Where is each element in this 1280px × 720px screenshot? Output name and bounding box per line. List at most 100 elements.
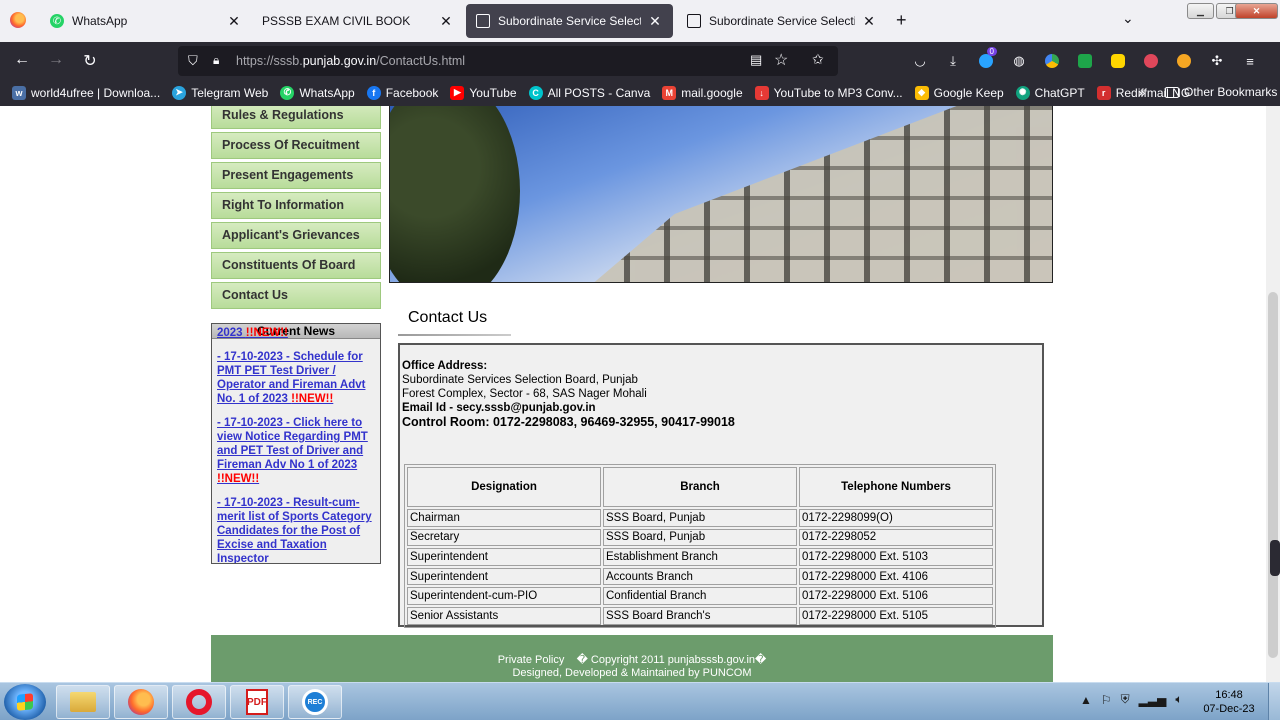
taskbar-clock[interactable]: 16:48 07-Dec-23: [1196, 688, 1262, 716]
bookmark-telegram[interactable]: ➤ Telegram Web: [172, 85, 269, 100]
bookmark-whatsapp[interactable]: ✆ WhatsApp: [280, 85, 355, 100]
taskbar-pdf-reader[interactable]: PDF: [230, 685, 284, 719]
news-item[interactable]: - 17-10-2023 - Click here to view Notice…: [217, 416, 379, 486]
yellow-extension-icon[interactable]: [1108, 51, 1128, 71]
title-underline: [398, 334, 511, 336]
bookmark-label: Telegram Web: [191, 85, 269, 100]
bookmark-chatgpt[interactable]: ✺ ChatGPT: [1015, 85, 1085, 100]
extensions-puzzle-icon[interactable]: ✣: [1207, 51, 1227, 71]
firefox-icon: [128, 689, 154, 715]
security-icon[interactable]: ⛨: [1121, 692, 1130, 707]
minimize-button[interactable]: ▁: [1187, 3, 1214, 19]
menu-item-right-to-information[interactable]: Right To Information: [211, 192, 381, 219]
bookmark-yt-mp3[interactable]: ↓ YouTube to MP3 Conv...: [754, 85, 903, 100]
other-bookmarks-folder[interactable]: Other Bookmarks: [1165, 85, 1277, 99]
tab-title: WhatsApp: [72, 14, 128, 28]
bookmark-canva[interactable]: C All POSTS - Canva: [528, 85, 650, 100]
tab-sssb-second[interactable]: Subordinate Service Selection B ✕: [677, 4, 887, 38]
menu-item-present-engagements[interactable]: Present Engagements: [211, 162, 381, 189]
sidebar-toggle-handle[interactable]: [1270, 540, 1280, 576]
tab-close-icon[interactable]: ✕: [438, 13, 454, 30]
contact-box: Office Address: Subordinate Services Sel…: [398, 343, 1044, 628]
url-text[interactable]: https://sssb.punjab.gov.in/ContactUs.htm…: [236, 54, 465, 68]
header-telephone: Telephone Numbers: [799, 467, 993, 507]
taskbar-file-explorer[interactable]: [56, 685, 110, 719]
bookmark-google-keep[interactable]: ◆ Google Keep: [914, 85, 1004, 100]
url-domain: punjab.gov.in: [302, 54, 377, 68]
new-tab-button[interactable]: +: [896, 10, 907, 31]
bookmark-facebook[interactable]: f Facebook: [366, 85, 438, 100]
colorful-extension-icon[interactable]: [1042, 51, 1062, 71]
scrollbar-thumb[interactable]: [1268, 292, 1278, 658]
ublock-icon[interactable]: [1174, 51, 1194, 71]
tab-psssb-book[interactable]: PSSSB EXAM CIVIL BOOK ✕: [252, 4, 464, 38]
forward-arrow-icon[interactable]: →: [46, 51, 66, 69]
news-item[interactable]: - 17-10-2023 - Result-cum-merit list of …: [217, 496, 379, 564]
tab-sssb-contact-active[interactable]: Subordinate Service Selection B ✕: [466, 4, 673, 38]
page-icon: [476, 14, 490, 28]
news-item-text: 2023: [217, 327, 246, 339]
menu-item-contact-us[interactable]: Contact Us: [211, 282, 381, 309]
bookmark-gmail[interactable]: Mmail.google: [662, 85, 743, 100]
banner-tree: [390, 106, 520, 282]
close-window-button[interactable]: ✕: [1235, 3, 1278, 19]
lock-icon[interactable]: 🔒︎: [213, 53, 219, 68]
shield-extension-icon[interactable]: [1141, 51, 1161, 71]
telegram-icon: ➤: [172, 85, 187, 100]
green-extension-icon[interactable]: [1075, 51, 1095, 71]
action-center-flag-icon[interactable]: ⚐: [1101, 693, 1112, 707]
start-button[interactable]: [4, 684, 46, 720]
bookmark-youtube[interactable]: ▶ YouTube: [450, 85, 517, 100]
tab-close-icon[interactable]: ✕: [861, 13, 877, 30]
tab-close-icon[interactable]: ✕: [226, 13, 242, 30]
url-bar[interactable]: ⛉ 🔒︎ https://sssb.punjab.gov.in/ContactU…: [178, 46, 838, 76]
show-desktop-button[interactable]: [1268, 683, 1280, 720]
downloads-icon[interactable]: ⤓: [943, 51, 963, 71]
reader-view-icon[interactable]: ▤: [750, 52, 762, 68]
privacy-policy-link[interactable]: Private Policy: [498, 654, 565, 666]
menu-item-rules-regulations[interactable]: Rules & Regulations: [211, 106, 381, 129]
taskbar-firefox[interactable]: [114, 685, 168, 719]
taskbar-screen-recorder[interactable]: REC: [288, 685, 342, 719]
canva-icon: C: [528, 85, 543, 100]
table-row: Superintendent Accounts Branch 0172-2298…: [407, 567, 993, 586]
menu-item-constituents-of-board[interactable]: Constituents Of Board: [211, 252, 381, 279]
cell-branch: Establishment Branch: [603, 548, 797, 566]
folder-icon: [70, 692, 96, 712]
menu-item-process-recruitment[interactable]: Process Of Recuitment: [211, 132, 381, 159]
tab-whatsapp[interactable]: ✆ WhatsApp ✕: [40, 4, 252, 38]
menu-hamburger-icon[interactable]: ≡: [1240, 51, 1260, 71]
extensions-star-icon[interactable]: ✩: [812, 51, 824, 68]
cell-telephone: 0172-2298000 Ext. 5103: [799, 548, 993, 566]
list-all-tabs-chevron-icon[interactable]: ⌄: [1122, 10, 1134, 27]
taskbar-opera[interactable]: [172, 685, 226, 719]
table-row: Superintendent-cum-PIO Confidential Bran…: [407, 587, 993, 605]
page-scrollbar[interactable]: [1266, 106, 1280, 682]
network-signal-icon[interactable]: ▂▃▅: [1139, 693, 1167, 707]
more-bookmarks-chevron-icon[interactable]: »: [1138, 85, 1145, 100]
menu-item-applicants-grievances[interactable]: Applicant's Grievances: [211, 222, 381, 249]
bookmark-label: YouTube to MP3 Conv...: [773, 85, 903, 100]
news-item[interactable]: - 17-10-2023 - Schedule for PMT PET Test…: [217, 350, 379, 406]
footer-line-1: Private Policy � Copyright 2011 punjabss…: [211, 653, 1053, 666]
bookmark-world4ufree[interactable]: w world4ufree | Downloa...: [12, 85, 160, 100]
cell-branch: SSS Board, Punjab: [603, 528, 797, 547]
url-prefix: https://sssb.: [236, 54, 303, 68]
news-item[interactable]: 2023 !!NEW!!: [217, 326, 379, 340]
bookmark-star-icon[interactable]: ☆: [774, 50, 788, 70]
extension-account-icon[interactable]: 0: [976, 47, 997, 71]
show-hidden-icons-icon[interactable]: ▲: [1080, 693, 1092, 707]
globe-icon[interactable]: ◍: [1009, 51, 1029, 71]
pocket-icon[interactable]: ◡: [910, 51, 930, 71]
firefox-logo-icon[interactable]: [10, 12, 26, 28]
email-id: Email Id - secy.sssb@punjab.gov.in: [402, 402, 596, 414]
back-arrow-icon[interactable]: ←: [12, 51, 32, 69]
bookmark-label: Google Keep: [933, 85, 1004, 100]
news-item-text: - 17-10-2023 - Result-cum-merit list of …: [217, 497, 372, 564]
tab-close-icon[interactable]: ✕: [647, 13, 663, 30]
windows-taskbar: PDF REC ▲ ⚐ ⛨ ▂▃▅ 🔈︎ 16:48 07-Dec-23: [0, 682, 1280, 720]
reload-icon[interactable]: ↻: [80, 51, 100, 71]
tracking-shield-icon[interactable]: ⛉: [188, 53, 198, 69]
control-room: Control Room: 0172-2298083, 96469-32955,…: [402, 415, 735, 429]
volume-icon[interactable]: 🔈︎: [1175, 692, 1182, 707]
